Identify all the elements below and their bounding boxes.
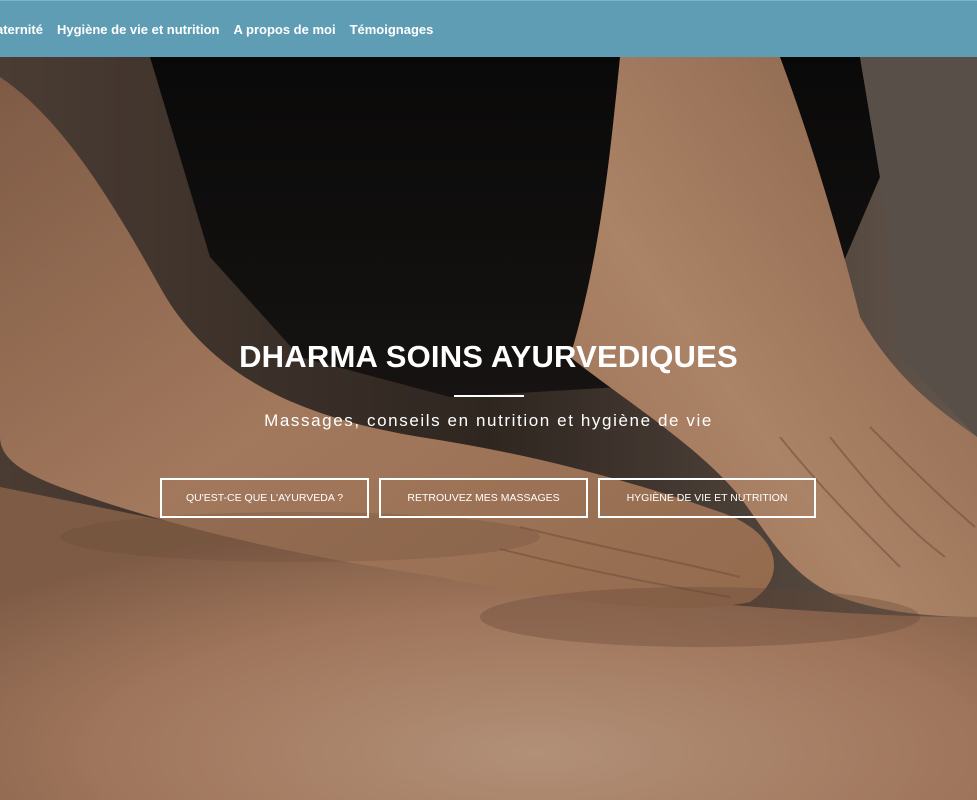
hero-section: DHARMA SOINS AYURVEDIQUES Massages, cons… [0,57,977,800]
title-divider [453,395,524,397]
nav-item-maternite[interactable]: aternité [0,22,43,37]
hero-content: DHARMA SOINS AYURVEDIQUES Massages, cons… [0,337,977,431]
hero-title: DHARMA SOINS AYURVEDIQUES [239,339,738,374]
nav-item-hygiene[interactable]: Hygiène de vie et nutrition [57,22,220,37]
nav-item-a-propos[interactable]: A propos de moi [234,22,336,37]
nav-menu: aternité Hygiène de vie et nutrition A p… [0,22,433,37]
massages-button[interactable]: RETROUVEZ MES MASSAGES [379,478,588,518]
hero-subtitle: Massages, conseils en nutrition et hygiè… [264,411,713,430]
nav-item-temoignages[interactable]: Témoignages [350,22,434,37]
ayurveda-button[interactable]: QU'EST-CE QUE L'AYURVEDA ? [160,478,369,518]
top-navbar: aternité Hygiène de vie et nutrition A p… [0,0,977,57]
hero-buttons: QU'EST-CE QUE L'AYURVEDA ? RETROUVEZ MES… [160,478,816,518]
hygiene-nutrition-button[interactable]: HYGIÈNE DE VIE ET NUTRITION [598,478,816,518]
